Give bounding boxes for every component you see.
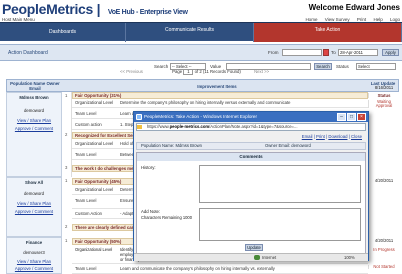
close-link[interactable]: Close [351,134,362,139]
item-number: 3 [65,165,68,170]
comments-panel: Comments History: Add Note: Characters R… [136,152,366,256]
action-row[interactable]: Team Level Learn and communicate the comp… [72,265,368,274]
page-header-bar: Action Dashboard From To 28-Apr-2011 App… [0,44,402,61]
popup-population-name: Population Name: Mdmss Brown [141,143,202,148]
email-link[interactable]: Email [302,134,313,139]
chars-remaining: Characters Remaining 1000 [141,215,192,220]
view-share-plan-link[interactable]: View / Share Plan [7,201,61,206]
welcome-text: Welcome Edward Jones [308,3,400,12]
records-found: of 2 (11 Records Found) [194,69,241,74]
tab-take-action[interactable]: Take Action [254,23,402,42]
main-nav: Dashboards Communicate Results Take Acti… [0,22,402,42]
action-row[interactable]: Organizational LevelDetermine the compan… [72,99,368,108]
pager: << Previous Page 1 of 2 (11 Records Foun… [120,69,269,75]
approve-comment-link[interactable]: Approve / Comment [7,209,61,214]
popup-title: PeopleMetrics: Take Action - Windows Int… [144,114,258,119]
tab-dashboards[interactable]: Dashboards [0,23,126,42]
popup-title-bar[interactable]: PeopleMetrics: Take Action - Windows Int… [134,112,368,122]
zoom-level[interactable]: 100% [344,254,355,261]
lock-icon [137,125,142,129]
add-note-label: Add Note: [141,209,161,214]
status-header: Status [368,93,399,98]
item-number: 1 [65,238,68,243]
status-value: In Progress [368,247,399,252]
next-link[interactable]: Next >> [254,69,269,74]
owner-email: demoword [23,108,45,113]
status-label: Status [336,64,349,69]
table-header: Population Name Owner Email Improvement … [6,79,399,92]
peoplemetrics-logo: PeopleMetrics | VoE Hub - Enterprise Vie… [2,1,188,17]
search-button[interactable]: Search [314,63,332,70]
download-link[interactable]: Download [328,134,347,139]
owner-cell: Finance demouser3 View / Share Plan Appr… [6,237,62,274]
owner-cell: Mdmss Brown demoword View / Share Plan A… [6,92,62,177]
page-select[interactable]: 1 [183,69,194,75]
page-title: Action Dashboard [8,50,48,56]
print-link[interactable]: Print [316,134,325,139]
ie-status-bar: Internet 100% [134,253,368,261]
zone-text: Internet [262,255,277,260]
opportunity-title: Fair Opportunity (31%) [75,93,122,98]
take-action-popup-window: PeopleMetrics: Take Action - Windows Int… [133,111,369,261]
minimize-icon[interactable]: – [337,113,346,121]
page-label: Page [172,69,183,74]
tab-communicate-results[interactable]: Communicate Results [126,23,254,42]
to-label: To [331,50,336,55]
globe-icon [254,255,260,260]
population-name: Finance [25,240,43,245]
population-name: Show All [25,180,43,185]
ie-icon [136,114,142,120]
add-note-textarea[interactable] [199,208,361,241]
approve-comment-link[interactable]: Approve / Comment [7,266,61,271]
popup-links: Email | Print | Download | Close [301,134,362,139]
opportunity-row[interactable]: Fair Opportunity (31%) [72,92,368,99]
column-header-population: Population Name Owner Email [10,81,60,91]
popup-owner-email: Owner Email: demoword [265,143,311,148]
approve-comment-link[interactable]: Approve / Comment [7,126,61,131]
from-label: From [268,50,279,55]
owner-cell: Show All demoword View / Share Plan Appr… [6,177,62,237]
history-label: History: [141,165,156,170]
last-update-value: 4/20/2011 [374,238,394,243]
address-bar[interactable]: https://www.people-metrics.com/ActionPla… [136,123,366,131]
population-name: Mdmss Brown [19,95,49,100]
maximize-icon[interactable]: □ [347,113,356,121]
owner-email: demouser3 [23,250,45,255]
calendar-icon[interactable] [323,49,329,56]
status-value: Waiting Approval [368,99,399,108]
to-date-input[interactable]: 28-Apr-2011 [338,49,378,56]
status-select[interactable]: Select [356,63,396,70]
population-owner-row: Population Name: Mdmss Brown Owner Email… [136,142,366,150]
comments-header: Comments [137,153,365,161]
prev-link[interactable]: << Previous [120,69,143,74]
history-textarea[interactable] [199,165,361,203]
from-date-input[interactable] [282,49,322,56]
last-update-value: 4/20/2011 [374,178,394,183]
status-value: Not Started [368,264,399,269]
apply-button[interactable]: Apply [382,49,399,56]
item-number: 2 [65,224,68,229]
last-update-value: 8/16/2011 [374,85,394,90]
close-icon[interactable]: × [357,113,366,121]
item-number: 1 [65,178,68,183]
view-share-plan-link[interactable]: View / Share Plan [7,259,61,264]
item-number: 2 [65,132,68,137]
column-header-improvement: Improvement Items [197,84,237,89]
view-share-plan-link[interactable]: View / Share Plan [7,118,61,123]
owner-email: demoword [23,191,45,196]
update-button[interactable]: Update [245,244,263,251]
